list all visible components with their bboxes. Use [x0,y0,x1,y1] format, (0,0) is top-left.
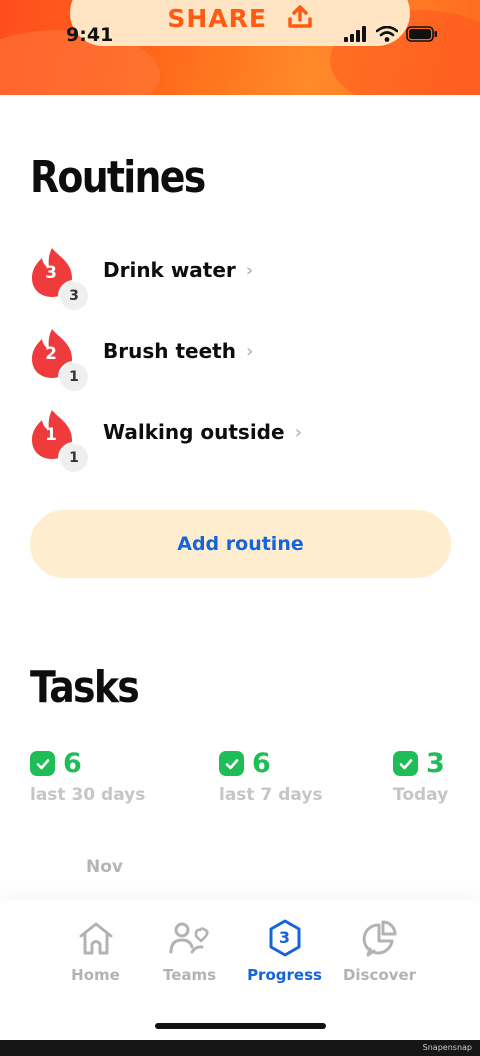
chevron-right-icon: › [245,259,254,281]
routine-row[interactable]: 2 1 Brush teeth › [28,327,448,397]
wifi-icon [375,25,399,47]
routine-name: Brush teeth [103,339,236,363]
tab-progress[interactable]: 3 Progress [237,918,332,984]
footer-strip: Snapensnap [0,1040,480,1056]
stat-value-row: 6 [30,748,145,779]
home-indicator[interactable] [155,1023,326,1029]
status-time: 9:41 [66,24,114,46]
tasks-title: Tasks [30,662,140,713]
streak-count: 2 [45,344,57,364]
task-stat-7-days: 6 last 7 days [219,748,323,805]
routine-name-row: Walking outside › [103,420,302,444]
check-icon [30,751,55,776]
battery-icon [406,26,438,47]
watermark: Snapensnap [422,1043,472,1052]
routine-row[interactable]: 1 1 Walking outside › [28,408,448,478]
streak-count: 3 [45,263,57,283]
check-icon [219,751,244,776]
routine-row[interactable]: 3 3 Drink water › [28,246,448,316]
teams-icon [142,918,237,958]
routine-name: Drink water [103,258,236,282]
tab-bar: Home Teams 3 Progress Discover [0,900,480,1040]
routine-name-row: Drink water › [103,258,253,282]
tab-label: Home [71,966,120,984]
routine-name-row: Brush teeth › [103,339,253,363]
stat-value-row: 3 [393,748,448,779]
calendar-month-label: Nov [86,857,123,877]
routines-title: Routines [30,152,206,203]
stat-label: last 7 days [219,785,323,805]
stat-value-row: 6 [219,748,323,779]
discover-icon [332,918,427,958]
check-icon [393,751,418,776]
stat-value: 6 [63,748,82,779]
task-stat-30-days: 6 last 30 days [30,748,145,805]
tab-discover[interactable]: Discover [332,918,427,984]
chevron-right-icon: › [294,421,302,443]
completion-badge: 1 [58,442,90,474]
stat-value: 6 [252,748,271,779]
stat-label: last 30 days [30,785,146,805]
task-stat-today: 3 Today [393,748,448,805]
progress-icon: 3 [237,918,332,958]
completion-badge: 3 [58,280,90,312]
routine-name: Walking outside [103,420,285,444]
signal-icon [344,26,368,47]
home-icon [48,918,143,958]
completion-badge: 1 [58,361,90,393]
status-bar: 9:41 [0,0,480,50]
tab-teams[interactable]: Teams [142,918,237,984]
tab-home[interactable]: Home [48,918,143,984]
status-icons [344,25,438,47]
progress-badge: 3 [278,928,291,947]
add-routine-button[interactable]: Add routine [30,510,451,578]
chevron-right-icon: › [245,340,254,362]
tab-label: Progress [247,966,322,984]
tab-label: Discover [342,966,417,984]
stat-label: Today [393,785,449,805]
streak-count: 1 [45,425,57,445]
tab-label: Teams [162,966,217,984]
stat-value: 3 [426,748,445,779]
